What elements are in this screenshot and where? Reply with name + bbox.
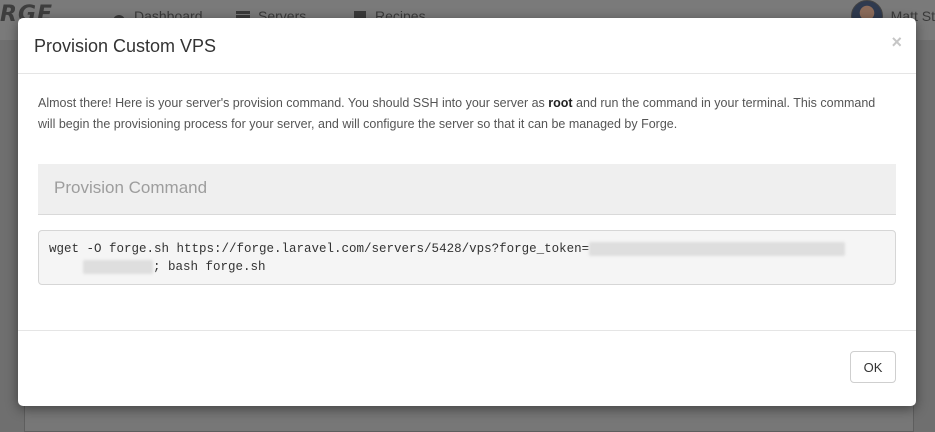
intro-text: Almost there! Here is your server's prov…: [38, 96, 876, 131]
modal-header: Provision Custom VPS ×: [18, 18, 916, 74]
section-title: Provision Command: [54, 178, 208, 197]
close-icon[interactable]: ×: [891, 32, 902, 53]
ok-button[interactable]: OK: [850, 351, 896, 383]
modal-footer: OK: [18, 330, 916, 406]
modal-title: Provision Custom VPS: [34, 36, 217, 56]
modal-body: Almost there! Here is your server's prov…: [38, 93, 896, 285]
command-suffix: ; bash forge.sh: [153, 260, 266, 274]
command-prefix: wget -O forge.sh https://forge.laravel.c…: [49, 242, 590, 256]
redacted-token: [589, 241, 846, 256]
provision-modal: Provision Custom VPS × Almost there! Her…: [18, 18, 916, 406]
redacted-token-tail: [83, 259, 153, 274]
section-header: Provision Command: [38, 164, 896, 215]
provision-command-box[interactable]: wget -O forge.sh https://forge.laravel.c…: [38, 230, 896, 285]
root-emphasis: root: [548, 96, 573, 110]
